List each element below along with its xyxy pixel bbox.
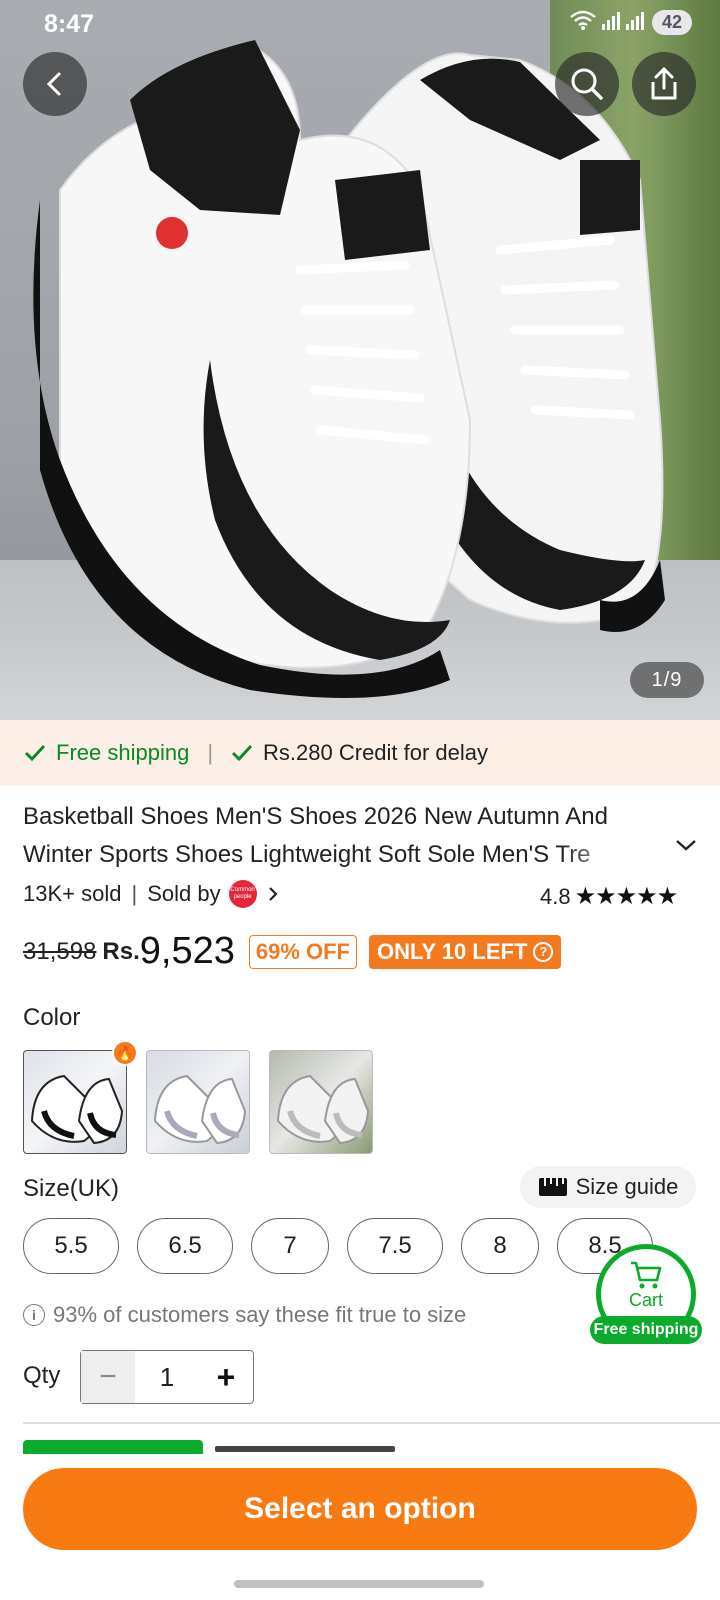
wifi-icon [570, 10, 596, 35]
size-option[interactable]: 6.5 [137, 1218, 233, 1274]
size-label: Size(UK) [23, 1175, 120, 1202]
sold-row[interactable]: 13K+ sold | Sold by Common people [23, 880, 283, 908]
chevron-down-icon [676, 840, 696, 851]
product-image[interactable] [0, 0, 720, 720]
image-counter: 1/9 [630, 662, 704, 698]
status-time: 8:47 [44, 10, 95, 38]
swatch-shoe-image [276, 1074, 370, 1145]
swatch-shoe-image [153, 1074, 247, 1145]
status-icons: 42 [570, 10, 692, 35]
back-button[interactable] [23, 52, 87, 116]
check-icon [231, 744, 253, 762]
search-button[interactable] [555, 52, 619, 116]
sale-price: 9,523 [139, 930, 235, 972]
price-row: 31,598 Rs. 9,523 69% OFF ONLY 10 LEFT ? [23, 930, 562, 973]
product-title: Basketball Shoes Men'S Shoes 2026 New Au… [23, 803, 608, 868]
check-icon [24, 744, 46, 762]
size-option[interactable]: 8 [461, 1218, 539, 1274]
size-option[interactable]: 7 [251, 1218, 329, 1274]
shoes-illustration [33, 40, 665, 698]
fit-note-text: 93% of customers say these fit true to s… [53, 1302, 467, 1327]
cart-free-shipping-badge: Free shipping [590, 1316, 702, 1344]
free-shipping-label: Free shipping [56, 740, 190, 765]
shipping-banner[interactable]: Free shipping | Rs.280 Credit for delay [0, 720, 720, 786]
seller-logo[interactable]: Common people [228, 880, 257, 908]
color-swatch-3[interactable] [269, 1050, 373, 1154]
help-icon: ? [533, 941, 554, 962]
color-swatches [23, 1050, 373, 1154]
cart-label: Cart [628, 1289, 663, 1310]
delay-credit-label: Rs.280 Credit for delay [263, 740, 489, 765]
color-swatch-1[interactable] [23, 1050, 127, 1154]
original-price: 31,598 [23, 937, 97, 965]
divider [23, 1422, 720, 1424]
qty-increase-button[interactable]: + [199, 1351, 253, 1403]
qty-label: Qty [23, 1362, 61, 1389]
stock-label: ONLY 10 LEFT [377, 938, 528, 964]
qty-decrease-button[interactable]: − [81, 1351, 135, 1403]
search-icon [571, 68, 603, 100]
quantity-stepper: − 1 + [80, 1350, 254, 1404]
stock-badge[interactable]: ONLY 10 LEFT ? [369, 934, 562, 969]
fit-note: i 93% of customers say these fit true to… [23, 1302, 466, 1328]
ruler-icon [538, 1178, 567, 1196]
swatch-shoe-image [30, 1074, 124, 1145]
expand-title-button[interactable] [675, 838, 697, 857]
size-guide-label: Size guide [575, 1174, 679, 1199]
chevron-right-icon [268, 887, 278, 901]
share-icon [651, 67, 677, 100]
sold-by-label: Sold by [147, 881, 221, 906]
title-fade [560, 836, 660, 874]
star-icons: ★★★★★ [574, 883, 679, 910]
signal-icon [601, 10, 646, 35]
discount-badge: 69% OFF [248, 934, 357, 969]
home-indicator[interactable] [234, 1580, 484, 1588]
sold-count: 13K+ sold [23, 881, 122, 906]
category-rank-peek [215, 1438, 415, 1454]
battery-indicator: 42 [651, 10, 692, 35]
rating[interactable]: 4.8 ★★★★★ [540, 882, 679, 911]
share-button[interactable] [632, 52, 696, 116]
color-label: Color [23, 1004, 81, 1031]
top-rated-badge[interactable] [23, 1440, 203, 1454]
size-option[interactable]: 7.5 [347, 1218, 443, 1274]
rating-value: 4.8 [540, 883, 571, 909]
separator: | [131, 881, 138, 906]
separator: | [207, 740, 214, 765]
size-options: 5.5 6.5 7 7.5 8 8.5 [23, 1218, 653, 1274]
bottom-action-bar: Select an option [0, 1454, 720, 1600]
fire-icon: 🔥 [112, 1040, 138, 1066]
size-guide-button[interactable]: Size guide [520, 1166, 696, 1208]
qty-value[interactable]: 1 [135, 1351, 199, 1403]
size-option[interactable]: 5.5 [23, 1218, 119, 1274]
info-icon: i [23, 1304, 45, 1326]
color-swatch-2[interactable] [146, 1050, 250, 1154]
currency: Rs. [102, 937, 140, 965]
chevron-left-icon [46, 72, 61, 96]
cart-icon [631, 1261, 662, 1288]
status-bar: 8:47 42 [0, 0, 720, 48]
select-option-button[interactable]: Select an option [23, 1468, 697, 1550]
